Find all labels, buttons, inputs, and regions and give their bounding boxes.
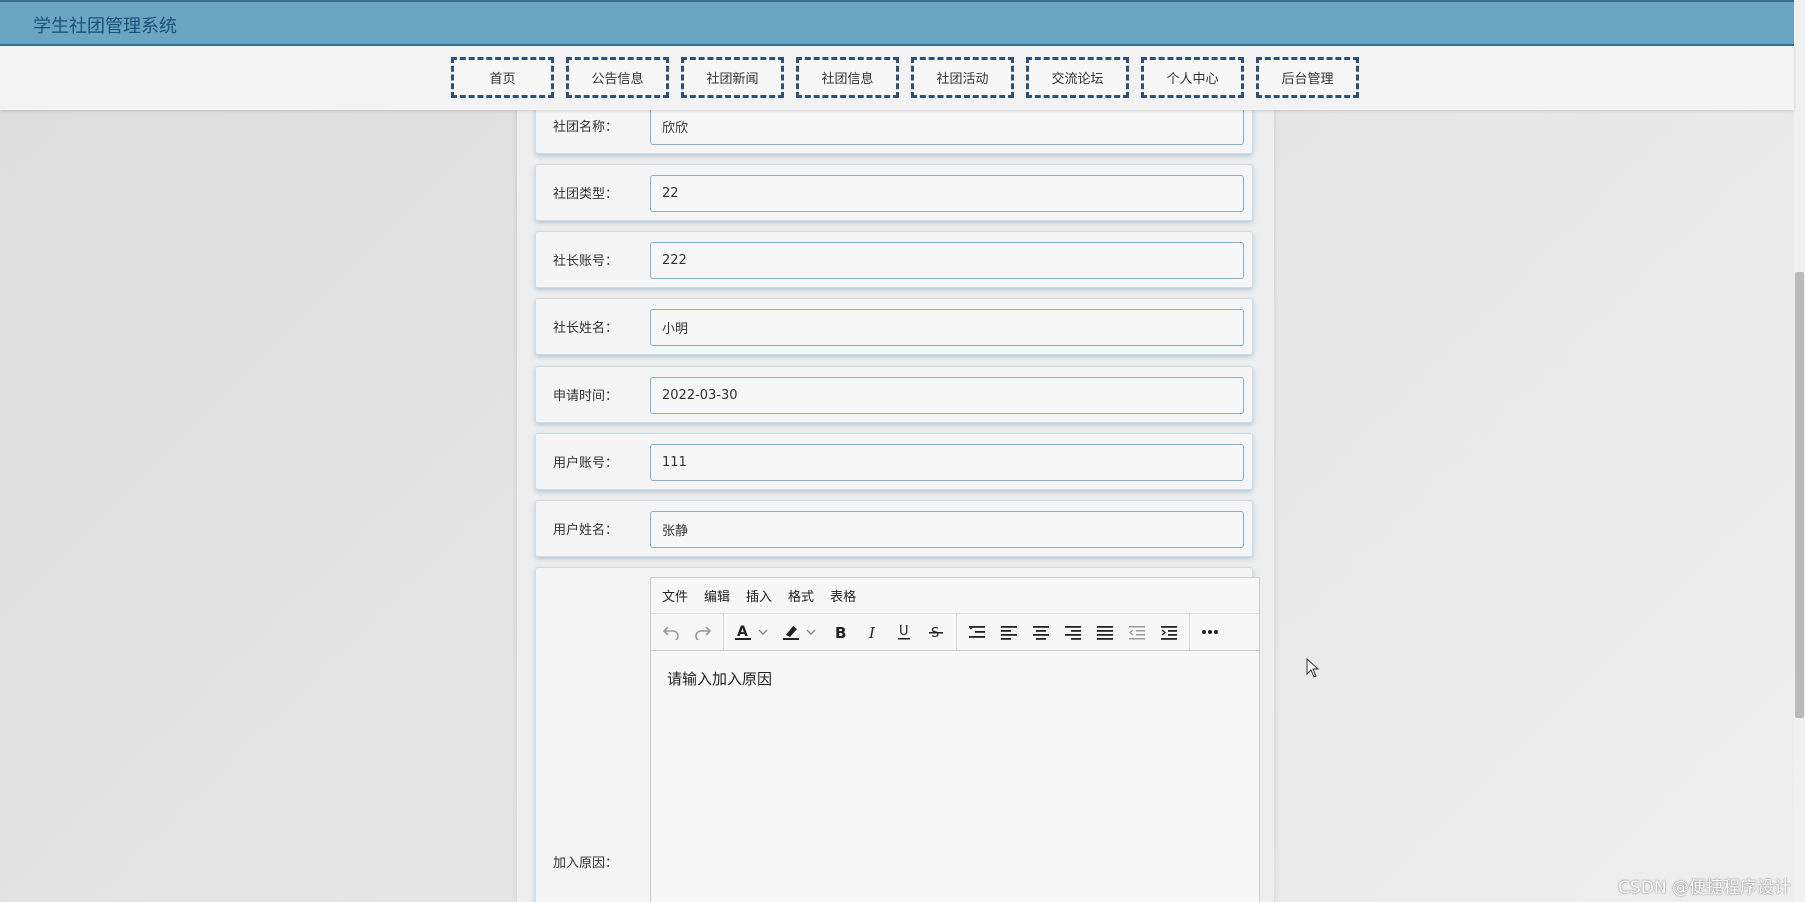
nav-item-club-info[interactable]: 社团信息	[796, 57, 899, 98]
underline-icon[interactable]: U	[888, 617, 920, 647]
app-title: 学生社团管理系统	[33, 16, 177, 37]
field-row-user-name: 用户姓名：	[535, 500, 1253, 557]
text-color-icon[interactable]: A	[728, 617, 776, 647]
mouse-cursor-icon	[1306, 658, 1320, 678]
outdent-icon[interactable]	[1121, 617, 1153, 647]
menu-format[interactable]: 格式	[788, 586, 814, 605]
toolbar-group-history	[651, 614, 724, 650]
club-name-input[interactable]	[650, 108, 1244, 145]
user-name-input[interactable]	[650, 511, 1244, 548]
nav-bar: 首页 公告信息 社团新闻 社团信息 社团活动 交流论坛 个人中心 后台管理	[0, 46, 1794, 110]
leader-account-input[interactable]	[650, 242, 1244, 279]
align-center-icon[interactable]	[1025, 617, 1057, 647]
nav-item-personal-center[interactable]: 个人中心	[1141, 57, 1244, 98]
rich-text-editor: 文件 编辑 插入 格式 表格 A B I U S 请输入加入原因	[650, 577, 1260, 902]
field-row-user-account: 用户账号：	[535, 433, 1253, 490]
field-row-apply-date: 申请时间：	[535, 366, 1253, 423]
top-bar: 学生社团管理系统	[0, 0, 1794, 46]
editor-toolbar: A B I U S	[651, 614, 1259, 651]
svg-text:I: I	[868, 624, 876, 640]
nav-item-announcements[interactable]: 公告信息	[566, 57, 669, 98]
field-label: 用户姓名：	[552, 523, 618, 538]
field-label: 社长账号：	[552, 254, 618, 269]
nav-list: 首页 公告信息 社团新闻 社团信息 社团活动 交流论坛 个人中心 后台管理	[451, 57, 1359, 98]
menu-edit[interactable]: 编辑	[704, 586, 730, 605]
nav-item-home[interactable]: 首页	[451, 57, 554, 98]
nav-item-forum[interactable]: 交流论坛	[1026, 57, 1129, 98]
svg-text:A: A	[737, 624, 748, 640]
undo-icon[interactable]	[655, 617, 687, 647]
align-right-icon[interactable]	[1057, 617, 1089, 647]
svg-text:B: B	[835, 624, 846, 640]
page-scrollbar[interactable]	[1794, 0, 1805, 902]
field-row-leader-name: 社长姓名：	[535, 298, 1253, 355]
nav-item-club-activities[interactable]: 社团活动	[911, 57, 1014, 98]
highlight-icon[interactable]	[776, 617, 824, 647]
watermark: CSDN @便捷程序设计	[1618, 878, 1791, 898]
menu-insert[interactable]: 插入	[746, 586, 772, 605]
menu-file[interactable]: 文件	[662, 586, 688, 605]
line-height-icon[interactable]	[961, 617, 993, 647]
join-reason-label: 加入原因：	[552, 856, 618, 871]
toolbar-group-more	[1190, 614, 1230, 650]
form-panel: 社团名称： 社团类型： 社长账号： 社长姓名： 申请时间： 用户账号： 用户姓名…	[517, 97, 1274, 902]
svg-text:U: U	[899, 624, 909, 639]
join-reason-editor-content[interactable]: 请输入加入原因	[651, 652, 1259, 902]
more-icon[interactable]	[1194, 617, 1226, 647]
field-row-join-reason: 加入原因： 文件 编辑 插入 格式 表格 A B I U S 请输入加入原因	[535, 567, 1260, 902]
strikethrough-icon[interactable]: S	[920, 617, 952, 647]
field-row-club-type: 社团类型：	[535, 164, 1253, 221]
scrollbar-thumb[interactable]	[1795, 272, 1804, 718]
apply-date-input[interactable]	[650, 377, 1244, 414]
field-label: 用户账号：	[552, 456, 618, 471]
field-label: 社团类型：	[552, 187, 618, 202]
indent-icon[interactable]	[1153, 617, 1185, 647]
menu-table[interactable]: 表格	[830, 586, 856, 605]
user-account-input[interactable]	[650, 444, 1244, 481]
align-left-icon[interactable]	[993, 617, 1025, 647]
toolbar-group-format: A B I U S	[724, 614, 957, 650]
align-justify-icon[interactable]	[1089, 617, 1121, 647]
field-row-leader-account: 社长账号：	[535, 231, 1253, 288]
nav-item-club-news[interactable]: 社团新闻	[681, 57, 784, 98]
nav-item-admin[interactable]: 后台管理	[1256, 57, 1359, 98]
editor-menubar: 文件 编辑 插入 格式 表格	[651, 578, 1259, 614]
italic-icon[interactable]: I	[856, 617, 888, 647]
field-label: 申请时间：	[552, 389, 618, 404]
club-type-input[interactable]	[650, 175, 1244, 212]
leader-name-input[interactable]	[650, 309, 1244, 346]
bold-icon[interactable]: B	[824, 617, 856, 647]
redo-icon[interactable]	[687, 617, 719, 647]
field-label: 社长姓名：	[552, 321, 618, 336]
toolbar-group-align	[957, 614, 1190, 650]
